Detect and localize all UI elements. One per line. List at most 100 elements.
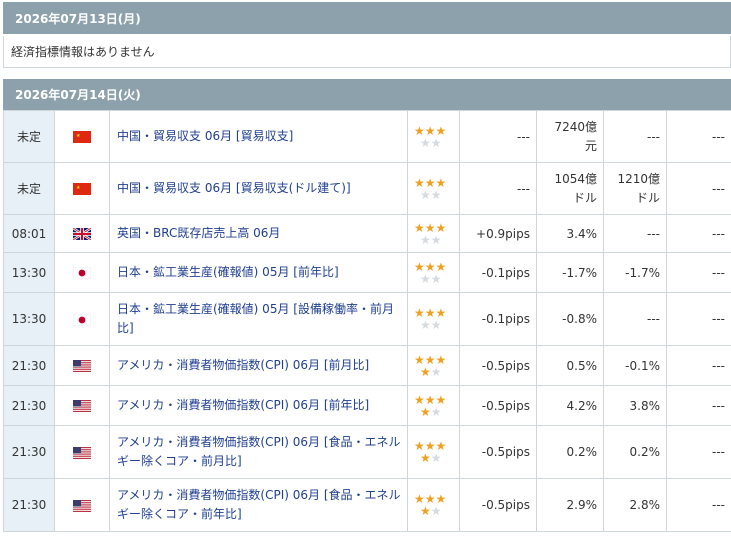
importance-stars: ★★★ ★★ bbox=[407, 252, 460, 293]
day-date: 2026年07月13日(月) bbox=[15, 11, 141, 26]
flag-cell bbox=[54, 478, 110, 532]
actual-value: --- bbox=[712, 226, 725, 241]
previous-line2: ドル bbox=[572, 190, 597, 205]
stars-group: ★★★ ★★ bbox=[414, 307, 459, 331]
impact-text: --- bbox=[517, 129, 530, 144]
table-row: 08:01 英国・BRC既存店売上高 06月 ★★★ ★★ +0.9pips 3.4% --… bbox=[3, 214, 731, 253]
svg-text:★: ★ bbox=[76, 185, 81, 191]
time-cell: 21:30 bbox=[3, 385, 55, 426]
stars-bottom-row: ★★ bbox=[414, 234, 459, 246]
actual-cell: --- bbox=[666, 385, 731, 426]
star-empty-icon: ★ bbox=[430, 318, 442, 332]
indicator-name-text: アメリカ・消費者物価指数(CPI) 06月 [前年比] bbox=[117, 398, 370, 412]
us-flag-icon bbox=[73, 446, 91, 459]
forecast-value: --- bbox=[647, 312, 660, 326]
impact-text: -0.5pips bbox=[481, 358, 530, 373]
time-text: 21:30 bbox=[11, 445, 47, 459]
actual-cell: --- bbox=[666, 110, 731, 163]
actual-cell: --- bbox=[666, 252, 731, 293]
indicator-name-link[interactable]: アメリカ・消費者物価指数(CPI) 06月 [食品・エネルギー除くコア・前月比] bbox=[109, 425, 408, 479]
previous-value: -1.7% bbox=[562, 265, 597, 280]
previous-value: 4.2% bbox=[566, 398, 598, 413]
previous-line2: 元 bbox=[584, 138, 597, 153]
indicator-name-link[interactable]: アメリカ・消費者物価指数(CPI) 06月 [食品・エネルギー除くコア・前年比] bbox=[109, 478, 408, 532]
indicator-name-link[interactable]: 中国・貿易収支 06月 [貿易収支(ドル建て)] bbox=[109, 162, 408, 215]
stars-group: ★★★ ★★ bbox=[414, 440, 459, 464]
indicator-name-link[interactable]: 日本・鉱工業生産(確報値) 05月 [設備稼働率・前月比] bbox=[109, 292, 408, 346]
star-empty-icon: ★ bbox=[430, 451, 442, 465]
time-cell: 未定 bbox=[3, 162, 55, 215]
forecast-value: --- bbox=[647, 226, 660, 241]
importance-stars: ★★★ ★★ bbox=[407, 110, 460, 163]
indicator-name-link[interactable]: 英国・BRC既存店売上高 06月 bbox=[109, 214, 408, 253]
previous-value: 0.2% bbox=[566, 445, 598, 459]
stars-group: ★★★ ★★ bbox=[414, 222, 459, 246]
previous-value: 2.9% bbox=[566, 498, 598, 512]
forecast-value: -0.1% bbox=[625, 358, 660, 373]
japan-flag-icon bbox=[73, 313, 91, 326]
indicator-name-link[interactable]: 日本・鉱工業生産(確報値) 05月 [前年比] bbox=[109, 252, 408, 293]
stars-bottom-row: ★★ bbox=[414, 189, 459, 201]
uk-flag-icon bbox=[73, 228, 91, 240]
indicator-name-link[interactable]: アメリカ・消費者物価指数(CPI) 06月 [前年比] bbox=[109, 385, 408, 426]
forecast-cell: --- bbox=[603, 292, 667, 346]
table-row: 21:30 アメリカ・消費者物価指数(CPI) 06月 [食品・エネルギー除くコア… bbox=[3, 425, 731, 479]
forecast-value: -1.7% bbox=[625, 265, 660, 280]
stars-bottom-row: ★★ bbox=[414, 452, 459, 464]
flag-cell bbox=[54, 345, 110, 386]
indicator-name-text: 中国・貿易収支 06月 [貿易収支(ドル建て)] bbox=[117, 181, 351, 195]
star-empty-icon: ★ bbox=[420, 135, 431, 150]
forecast-cell: 1210億 ドル bbox=[603, 162, 667, 215]
time-cell: 21:30 bbox=[3, 478, 55, 532]
star-empty-icon: ★ bbox=[430, 135, 442, 150]
table-row: 13:30 日本・鉱工業生産(確報値) 05月 [設備稼働率・前月比] ★★★ ★★ -… bbox=[3, 292, 731, 346]
star-filled-icon: ★ bbox=[420, 504, 431, 518]
previous-cell: 0.5% bbox=[536, 345, 604, 386]
time-cell: 未定 bbox=[3, 110, 55, 163]
forecast-value: 0.2% bbox=[629, 445, 661, 459]
actual-value: --- bbox=[712, 181, 725, 196]
star-empty-icon: ★ bbox=[420, 187, 431, 202]
impact-text: --- bbox=[517, 181, 530, 196]
forecast-value: 2.8% bbox=[629, 498, 661, 512]
indicator-name-link[interactable]: アメリカ・消費者物価指数(CPI) 06月 [前月比] bbox=[109, 345, 408, 386]
day-header-0713: 2026年07月13日(月) bbox=[3, 2, 731, 34]
importance-stars: ★★★ ★★ bbox=[407, 292, 460, 346]
impact-cell: +0.9pips bbox=[459, 214, 537, 253]
previous-value: 1054億 ドル bbox=[554, 170, 597, 208]
previous-value: 7240億元 bbox=[554, 118, 597, 156]
forecast-cell: -1.7% bbox=[603, 252, 667, 293]
importance-stars: ★★★ ★★ bbox=[407, 162, 460, 215]
actual-cell: --- bbox=[666, 478, 731, 532]
actual-cell: --- bbox=[666, 292, 731, 346]
star-empty-icon: ★ bbox=[420, 232, 431, 247]
importance-stars: ★★★ ★★ bbox=[407, 214, 460, 253]
day-header-0714: 2026年07月14日(火) bbox=[3, 79, 731, 110]
forecast-value: 3.8% bbox=[629, 398, 661, 413]
star-empty-icon: ★ bbox=[430, 364, 442, 379]
indicator-name-link[interactable]: 中国・貿易収支 06月 [貿易収支] bbox=[109, 110, 408, 163]
indicator-name-text: アメリカ・消費者物価指数(CPI) 06月 [食品・エネルギー除くコア・前月比] bbox=[117, 435, 401, 468]
impact-cell: -0.1pips bbox=[459, 292, 537, 346]
indicator-name-text: 日本・鉱工業生産(確報値) 05月 [前年比] bbox=[117, 265, 339, 279]
impact-text: -0.1pips bbox=[481, 312, 530, 326]
time-text: 08:01 bbox=[11, 226, 47, 241]
time-text: 21:30 bbox=[11, 498, 47, 512]
flag-cell bbox=[54, 385, 110, 426]
actual-cell: --- bbox=[666, 214, 731, 253]
previous-cell: 4.2% bbox=[536, 385, 604, 426]
importance-stars: ★★★ ★★ bbox=[407, 345, 460, 386]
table-row: 21:30 アメリカ・消費者物価指数(CPI) 06月 [前月比] ★★★ ★★ -0.… bbox=[3, 345, 731, 386]
stars-bottom-row: ★★ bbox=[414, 366, 459, 378]
forecast-value: 1210億 ドル bbox=[617, 170, 660, 208]
time-cell: 21:30 bbox=[3, 345, 55, 386]
previous-value: 3.4% bbox=[566, 226, 598, 241]
no-data-message: 経済指標情報はありません bbox=[3, 36, 731, 68]
time-text: 未定 bbox=[16, 182, 41, 196]
impact-text: +0.9pips bbox=[476, 226, 530, 241]
impact-cell: --- bbox=[459, 110, 537, 163]
actual-value: --- bbox=[712, 358, 725, 373]
previous-cell: 2.9% bbox=[536, 478, 604, 532]
star-empty-icon: ★ bbox=[430, 404, 442, 419]
indicator-name-text: 日本・鉱工業生産(確報値) 05月 [設備稼働率・前月比] bbox=[117, 302, 394, 335]
